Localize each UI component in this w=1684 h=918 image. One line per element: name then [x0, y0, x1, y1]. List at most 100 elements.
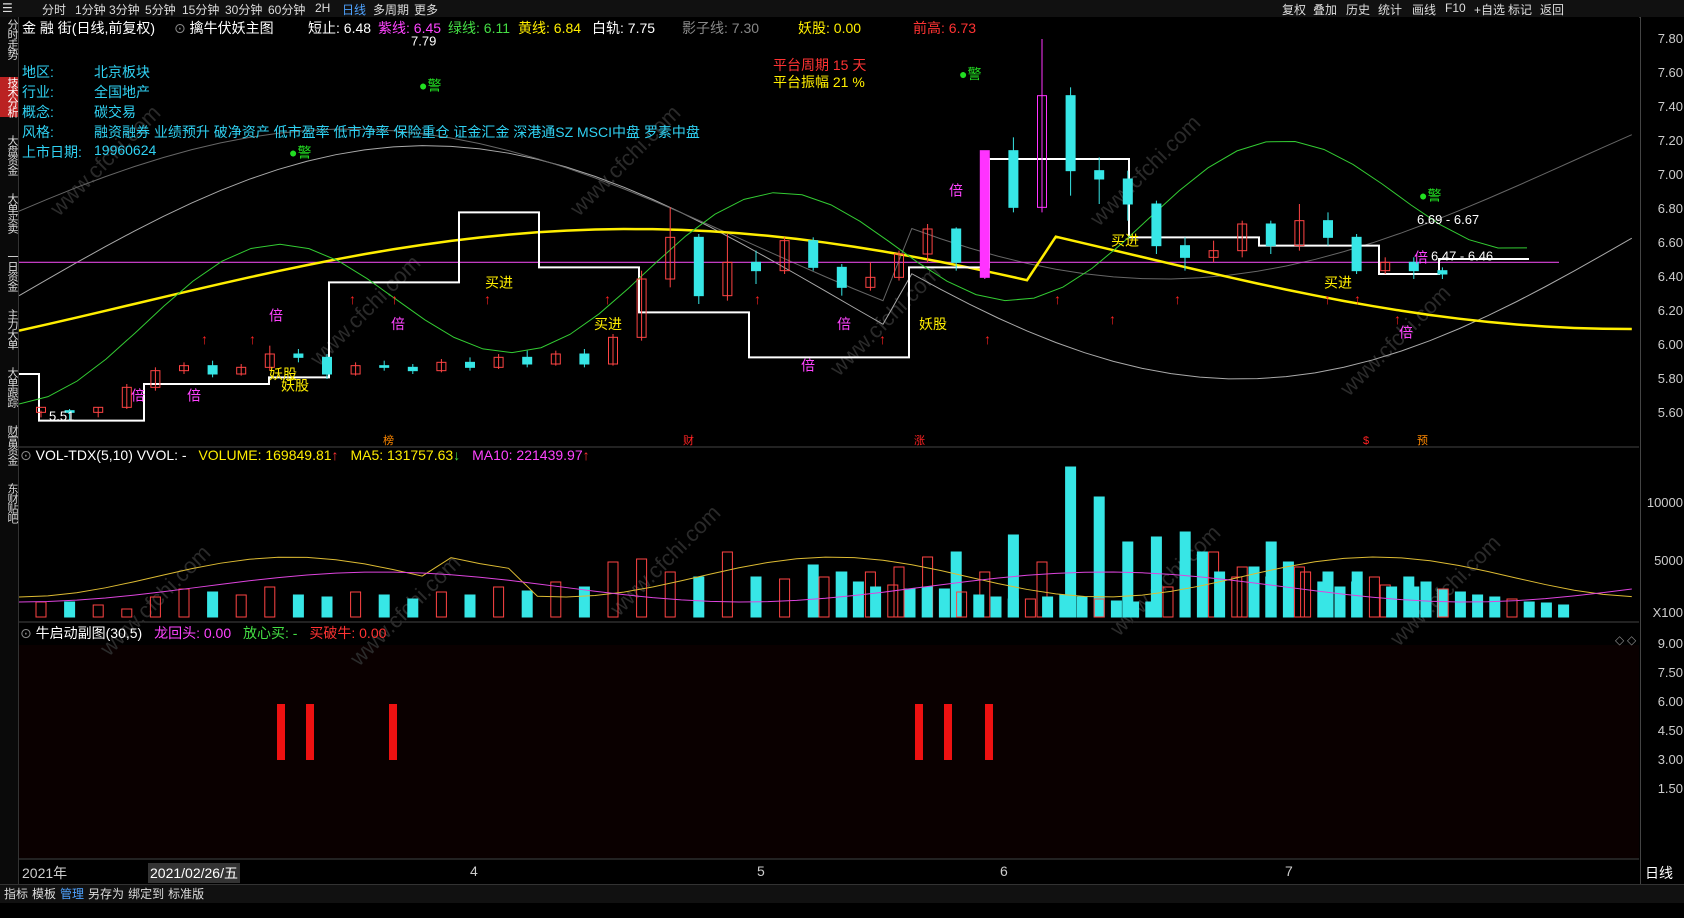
toolbar-5[interactable]: 30分钟: [225, 1, 262, 18]
double-label: 倍: [269, 308, 283, 324]
bottom-toolbar: 指标 模板 管理 另存为 绑定到 标准版: [0, 884, 1684, 903]
price-tick: 6.60: [1657, 235, 1683, 250]
volume-bar: [178, 588, 190, 618]
toolbar-9[interactable]: 多周期: [373, 1, 409, 18]
volume-bar: [1317, 581, 1329, 618]
toolbar-right-3[interactable]: 统计: [1378, 1, 1402, 18]
toolbar-1[interactable]: 1分钟: [75, 1, 106, 18]
candle-body: [693, 236, 704, 297]
bottom-item-3[interactable]: 另存为: [88, 887, 124, 901]
bottom-item-0[interactable]: 指标: [4, 887, 28, 901]
toolbar-right-0[interactable]: 复权: [1282, 1, 1306, 18]
date-cursor: 2021/02/26/五: [148, 863, 240, 883]
volume-bar: [1179, 531, 1191, 618]
indicator-toggle-icon[interactable]: ⊙: [174, 20, 186, 36]
volume-bar: [893, 566, 905, 618]
volume-bar: [292, 594, 304, 618]
up-arrow: ↑: [1324, 291, 1331, 307]
sub-toggle-icon[interactable]: ⊙: [20, 625, 32, 641]
toolbar-right-7[interactable]: 标记: [1508, 1, 1532, 18]
indicator-name[interactable]: ⊙ 擒牛伏妖主图: [174, 18, 274, 38]
volume-bar: [921, 586, 933, 618]
sub-panel: [19, 645, 1639, 858]
indicator-value-2: 绿线: 6.11: [448, 20, 510, 36]
toolbar-right-4[interactable]: 画线: [1412, 1, 1436, 18]
indicator-value-6: 妖股: 0.00: [798, 20, 862, 36]
toolbar-right-6[interactable]: +自选: [1474, 1, 1505, 18]
volume-bar: [1293, 566, 1305, 618]
bottom-item-4[interactable]: 绑定到: [128, 887, 164, 901]
up-arrow: ↑: [391, 291, 398, 307]
double-label: 倍: [1399, 324, 1413, 340]
volume-bar: [1523, 601, 1535, 618]
menu-icon[interactable]: ☰: [2, 1, 13, 15]
indicator-value-3: 黄线: 6.84: [518, 20, 582, 36]
platform-amplitude: 平台振幅 21 %: [773, 74, 865, 90]
left-tab-4[interactable]: 一日资金: [0, 251, 18, 291]
up-arrow: ↑: [1109, 311, 1116, 327]
toolbar-right-1[interactable]: 叠加: [1313, 1, 1337, 18]
warn-label: ●警: [419, 78, 441, 94]
warn-label: ●警: [959, 66, 981, 82]
left-tab-2[interactable]: 大盘资金: [0, 135, 18, 175]
bottom-item-1[interactable]: 模板: [32, 887, 56, 901]
signal-bar: [277, 704, 285, 760]
bottom-item-2[interactable]: 管理: [60, 887, 84, 901]
left-tab-6[interactable]: 大单跟踪: [0, 367, 18, 407]
candle-body: [379, 365, 390, 368]
toolbar-4[interactable]: 15分钟: [182, 1, 219, 18]
price-tick: 5.80: [1657, 371, 1683, 386]
toolbar-10[interactable]: 更多: [414, 1, 438, 18]
left-tab-3[interactable]: 大单买卖: [0, 193, 18, 233]
sub-safe-buy: 放心买: -: [243, 625, 298, 641]
buy-label: 买进: [485, 274, 513, 290]
left-tab-0[interactable]: 分时走势: [0, 19, 18, 59]
up-arrow: ↑: [754, 291, 761, 307]
candle-body: [1008, 150, 1019, 208]
left-tab-8[interactable]: 东财贴吧: [0, 483, 18, 523]
sub-tick: 9.00: [1657, 636, 1683, 651]
volume-bar: [973, 594, 985, 618]
volume-bar: [1300, 571, 1312, 618]
left-tab-5[interactable]: 主力大单: [0, 309, 18, 349]
period-label[interactable]: 日线: [1645, 863, 1673, 883]
candle-body: [1265, 223, 1276, 247]
candle-body: [1094, 170, 1105, 180]
candle-body: [207, 365, 218, 375]
left-tab-7[interactable]: 财富资金: [0, 425, 18, 465]
volume-bar: [1386, 586, 1398, 618]
date-month-4: 4: [470, 863, 478, 879]
date-month-5: 5: [757, 863, 765, 879]
up-arrow: ↑: [484, 291, 491, 307]
volume-bar: [235, 594, 247, 618]
date-month-6: 6: [1000, 863, 1008, 879]
volume-tick: 5000: [1654, 553, 1683, 568]
event-mark: 财: [683, 433, 694, 447]
event-mark: $: [1363, 435, 1369, 447]
indicator-value-7: 前高: 6.73: [913, 20, 977, 36]
toolbar-0[interactable]: 分时: [42, 1, 66, 18]
volume-toggle-icon[interactable]: ⊙: [20, 447, 32, 463]
candle-body: [751, 261, 761, 272]
candle-body: [1437, 270, 1448, 275]
toolbar-right-8[interactable]: 返回: [1540, 1, 1564, 18]
expand-icon: ◇: [1615, 633, 1625, 647]
volume-ma10: MA10: 221439.97: [472, 447, 583, 463]
toolbar-8[interactable]: 日线: [342, 1, 366, 18]
toolbar-7[interactable]: 2H: [315, 1, 330, 15]
left-tab-1[interactable]: 技术分析: [0, 77, 18, 117]
toolbar-6[interactable]: 60分钟: [268, 1, 305, 18]
double-label: 倍: [131, 388, 145, 404]
volume-bar: [1076, 596, 1088, 618]
signal-bar: [915, 704, 923, 760]
candle-body: [293, 353, 304, 358]
toolbar-2[interactable]: 3分钟: [109, 1, 140, 18]
candle-body: [808, 240, 819, 268]
volume-bar: [1042, 596, 1054, 618]
toolbar-right-5[interactable]: F10: [1445, 1, 1466, 15]
volume-bar: [1436, 588, 1448, 618]
expand-icon: ◇: [1627, 633, 1637, 647]
bottom-item-5[interactable]: 标准版: [168, 887, 204, 901]
toolbar-3[interactable]: 5分钟: [145, 1, 176, 18]
toolbar-right-2[interactable]: 历史: [1346, 1, 1370, 18]
